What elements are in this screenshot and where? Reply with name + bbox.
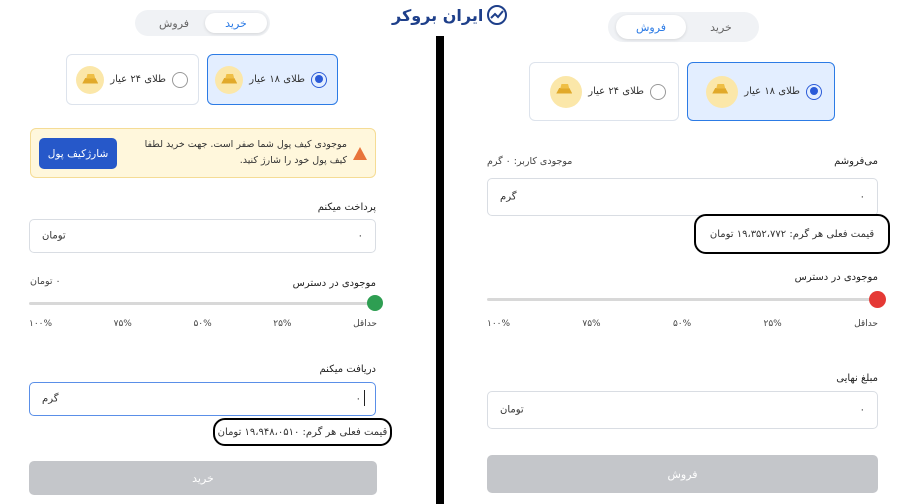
sell-button[interactable]: فروش: [487, 455, 878, 493]
tab-buy[interactable]: خرید: [205, 13, 267, 33]
current-price: قیمت فعلی هر گرم: ۱۹،۹۴۸،۰۵۱۰ تومان: [213, 418, 392, 446]
slider-ticks: ۱۰۰% ۷۵% ۵۰% ۲۵% حداقل: [29, 319, 377, 329]
tick-label[interactable]: حداقل: [854, 319, 878, 329]
sell-label: می‌فروشم: [834, 156, 878, 167]
radio-gold-18[interactable]: [806, 83, 822, 100]
final-value: ۰: [859, 404, 865, 416]
tick-label[interactable]: ۲۵%: [273, 319, 291, 329]
amount-slider[interactable]: [29, 295, 383, 311]
alert-message: موجودی کیف پول شما صفر است. جهت خرید لطف…: [144, 139, 347, 166]
option-gold-18[interactable]: طلای ۱۸ عیار: [687, 62, 835, 121]
tick-label[interactable]: ۵۰%: [193, 319, 211, 329]
charge-wallet-button[interactable]: شارژکیف پول: [39, 138, 117, 169]
tick-label[interactable]: ۲۵%: [764, 319, 782, 329]
receive-unit: گرم: [42, 393, 59, 405]
tab-sell[interactable]: فروش: [143, 13, 205, 33]
gold-bars-icon: [706, 75, 739, 108]
current-price: قیمت فعلی هر گرم: ۱۹،۳۵۲،۷۷۲ تومان: [694, 214, 890, 254]
text-caret: [364, 390, 365, 406]
buy-sell-toggle: خرید فروش: [608, 12, 759, 42]
option-label: طلای ۲۴ عیار: [588, 86, 644, 97]
option-label: طلای ۱۸ عیار: [249, 74, 305, 85]
radio-gold-18[interactable]: [311, 71, 327, 88]
slider-knob[interactable]: [367, 295, 383, 311]
amount-slider[interactable]: [487, 291, 886, 308]
option-gold-24[interactable]: طلای ۲۴ عیار: [66, 54, 199, 105]
wallet-alert: موجودی کیف پول شما صفر است. جهت خرید لطف…: [30, 128, 376, 178]
buy-button[interactable]: خرید: [29, 461, 377, 495]
receive-value: ۰: [355, 393, 361, 405]
pay-amount-input[interactable]: ۰ تومان: [29, 219, 376, 253]
tick-label[interactable]: حداقل: [353, 319, 377, 329]
tick-label[interactable]: ۷۵%: [582, 319, 600, 329]
final-amount-label: مبلغ نهایی: [836, 373, 878, 384]
buy-sell-toggle: خرید فروش: [135, 10, 270, 36]
gold-bars-icon: [215, 65, 244, 94]
option-gold-18[interactable]: طلای ۱۸ عیار: [207, 54, 338, 105]
tick-label[interactable]: ۵۰%: [673, 319, 691, 329]
slider-knob[interactable]: [868, 291, 886, 308]
tab-sell[interactable]: فروش: [616, 15, 686, 39]
pay-label: پرداخت میکنم: [317, 202, 376, 213]
slider-ticks: ۱۰۰% ۷۵% ۵۰% ۲۵% حداقل: [487, 319, 878, 329]
receive-amount-input[interactable]: ۰ گرم: [29, 382, 376, 416]
available-value: ۰ تومان: [30, 276, 61, 287]
gold-bars-icon: [76, 65, 105, 94]
sell-amount-input[interactable]: ۰ گرم: [487, 178, 878, 216]
radio-gold-24[interactable]: [650, 83, 666, 100]
user-balance: موجودی کاربر: ۰ گرم: [487, 156, 573, 167]
sell-unit: گرم: [500, 191, 517, 203]
option-gold-24[interactable]: طلای ۲۴ عیار: [529, 62, 679, 121]
tick-label[interactable]: ۱۰۰%: [29, 319, 52, 329]
warning-icon: [353, 147, 367, 160]
gold-bars-icon: [550, 75, 583, 108]
buy-panel: خرید فروش طلای ۱۸ عیار طلای ۲۴ عیار موجو…: [0, 0, 430, 504]
receive-label: دریافت میکنم: [319, 364, 376, 375]
sell-panel: خرید فروش طلای ۱۸ عیار طلای ۲۴ عیار می‌ف…: [450, 0, 900, 504]
available-label: موجودی در دسترس: [292, 278, 376, 289]
final-unit: تومان: [500, 404, 524, 416]
pay-value: ۰: [357, 230, 363, 242]
option-label: طلای ۲۴ عیار: [110, 74, 166, 85]
sell-value: ۰: [859, 191, 865, 203]
radio-gold-24[interactable]: [172, 71, 188, 88]
tab-buy[interactable]: خرید: [686, 15, 756, 39]
available-label: موجودی در دسترس: [794, 272, 878, 283]
panel-divider: [436, 36, 444, 504]
final-amount-field: ۰ تومان: [487, 391, 878, 429]
pay-unit: تومان: [42, 230, 66, 242]
tick-label[interactable]: ۱۰۰%: [487, 319, 510, 329]
tick-label[interactable]: ۷۵%: [114, 319, 132, 329]
option-label: طلای ۱۸ عیار: [744, 86, 800, 97]
